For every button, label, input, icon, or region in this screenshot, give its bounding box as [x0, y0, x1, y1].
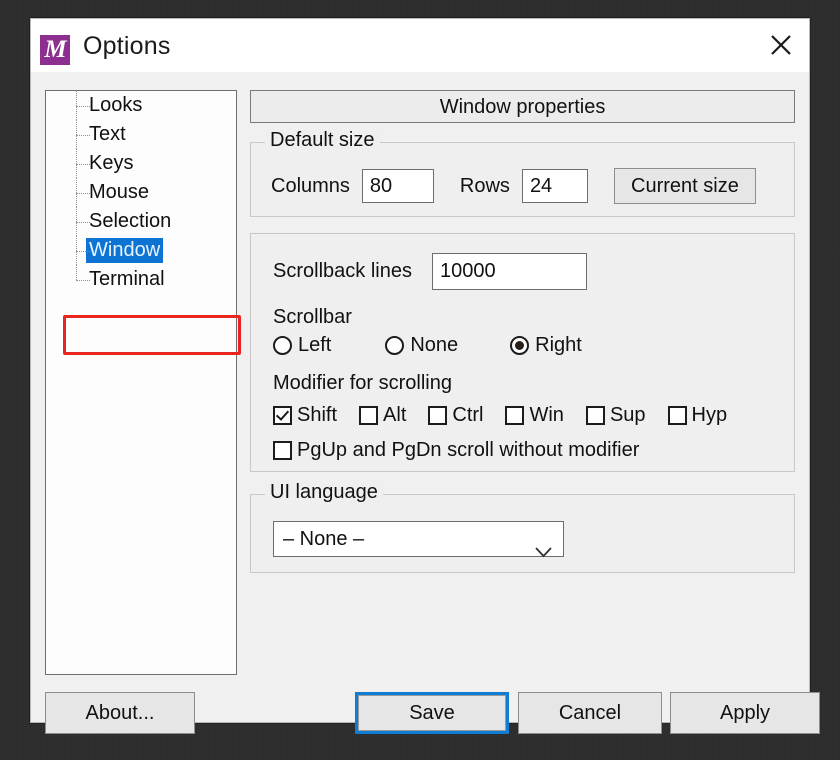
modifier-checkbox-alt[interactable]: Alt [359, 404, 406, 427]
window-title: Options [83, 32, 171, 60]
sidebar-item-selection[interactable]: Selection [46, 207, 236, 236]
settings-pane: Window properties Default size Columns 8… [250, 90, 795, 573]
rows-label: Rows [459, 174, 510, 197]
sidebar-item-label: Text [89, 123, 126, 145]
dialog-body: Looks Text Keys Mouse Selection Window T… [31, 72, 820, 734]
columns-label: Columns [271, 174, 350, 197]
ui-language-selected-value: – None – [283, 528, 365, 550]
scrollbar-radio-right[interactable]: Right [510, 334, 582, 357]
checkbox-icon [505, 406, 525, 425]
page-title: Window properties [250, 90, 795, 123]
about-button[interactable]: About... [45, 692, 195, 734]
sidebar-item-label: Looks [89, 94, 143, 116]
app-logo-icon: M [40, 35, 70, 65]
desktop-background: M Options Looks Text Keys Mouse Selectio… [0, 0, 840, 760]
checkbox-icon [667, 406, 687, 425]
save-button-focus-ring: Save [355, 692, 509, 734]
modifier-for-scrolling-label: Modifier for scrolling [273, 372, 452, 394]
radio-icon [273, 336, 292, 355]
dialog-button-bar: About... Save Cancel Apply [31, 692, 820, 738]
sidebar-item-window[interactable]: Window [46, 236, 236, 265]
sidebar-item-label: Keys [89, 152, 134, 174]
cancel-button[interactable]: Cancel [518, 692, 662, 734]
default-size-group: Default size Columns 80 Rows 24 Current … [250, 129, 795, 217]
sidebar-item-text[interactable]: Text [46, 120, 236, 149]
radio-icon [510, 336, 530, 355]
sidebar-item-terminal[interactable]: Terminal [46, 265, 236, 294]
sidebar-item-label: Terminal [89, 268, 165, 290]
modifier-checkbox-ctrl[interactable]: Ctrl [428, 404, 483, 427]
modifier-label: Win [529, 404, 564, 426]
scrollbar-radio-left[interactable]: Left [273, 334, 331, 357]
sidebar-item-looks[interactable]: Looks [46, 91, 236, 120]
sidebar-item-label: Window [86, 238, 164, 263]
scrollbar-radio-label: Left [298, 334, 332, 356]
sidebar-item-label: Selection [89, 210, 172, 232]
ui-language-select[interactable]: – None – [273, 521, 564, 558]
pgup-pgdn-checkbox[interactable]: PgUp and PgDn scroll without modifier [273, 439, 639, 462]
modifier-label: Hyp [691, 404, 728, 426]
rows-input[interactable]: 24 [521, 169, 588, 203]
sidebar-item-label: Mouse [89, 181, 150, 203]
current-size-button[interactable]: Current size [613, 168, 756, 204]
checkbox-icon [585, 406, 605, 425]
scrollbar-radio-label: None [410, 334, 459, 356]
ui-language-title: UI language [265, 481, 383, 504]
modifier-label: Shift [297, 404, 338, 426]
modifier-checkbox-sup[interactable]: Sup [585, 404, 646, 427]
options-dialog: M Options Looks Text Keys Mouse Selectio… [30, 18, 820, 734]
ui-language-group: UI language – None – [250, 481, 795, 573]
modifier-checkbox-win[interactable]: Win [505, 404, 564, 427]
modifier-label: Alt [383, 404, 407, 426]
scrollbar-label: Scrollbar [273, 306, 352, 328]
chevron-down-icon [535, 535, 552, 569]
columns-input[interactable]: 80 [361, 169, 434, 203]
scrollbar-radio-none[interactable]: None [385, 334, 458, 357]
default-size-title: Default size [265, 129, 380, 152]
checkbox-icon [359, 406, 379, 425]
sidebar-item-mouse[interactable]: Mouse [46, 178, 236, 207]
scrollback-lines-label: Scrollback lines [273, 260, 412, 282]
title-bar: M Options [31, 19, 809, 72]
apply-button[interactable]: Apply [670, 692, 820, 734]
category-tree[interactable]: Looks Text Keys Mouse Selection Window T… [45, 90, 237, 675]
sidebar-item-keys[interactable]: Keys [46, 149, 236, 178]
modifier-checkbox-hyp[interactable]: Hyp [667, 404, 728, 427]
radio-icon [385, 336, 405, 355]
save-button[interactable]: Save [358, 695, 506, 731]
pgup-pgdn-label: PgUp and PgDn scroll without modifier [297, 439, 640, 461]
modifier-checkbox-shift[interactable]: Shift [273, 404, 337, 427]
scrollbar-radio-label: Right [535, 334, 582, 356]
scrollback-lines-input[interactable]: 10000 [431, 253, 587, 290]
checkbox-icon [428, 406, 448, 425]
checkbox-icon [273, 406, 292, 425]
modifier-label: Ctrl [452, 404, 484, 426]
scroll-group: Scrollback lines 10000 Scrollbar Left No… [250, 233, 795, 472]
close-icon[interactable] [755, 19, 807, 71]
checkbox-icon [273, 441, 292, 460]
modifier-label: Sup [609, 404, 646, 426]
